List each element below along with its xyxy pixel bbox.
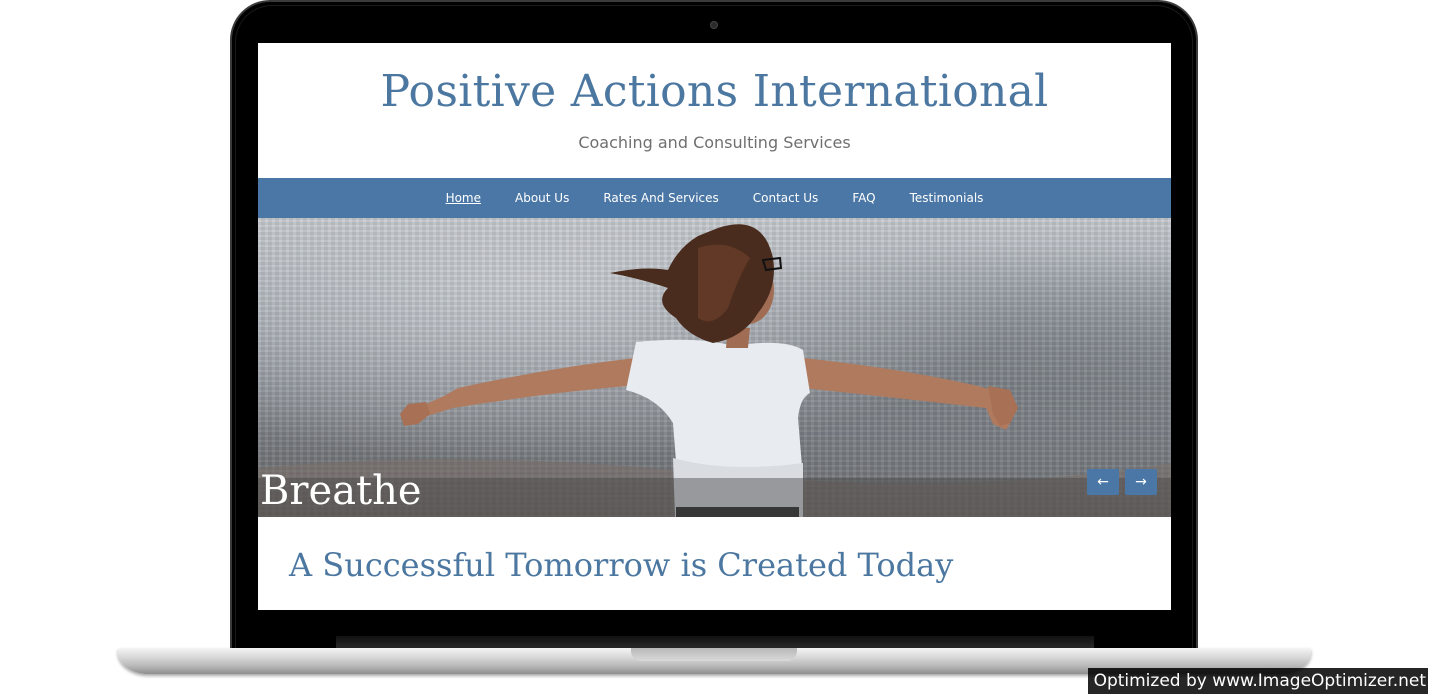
camera-icon <box>711 22 717 28</box>
site-title[interactable]: Positive Actions International <box>258 65 1171 119</box>
laptop-opening-notch <box>631 648 797 661</box>
nav-item-testimonials[interactable]: Testimonials <box>893 178 1001 218</box>
slider-next-button[interactable]: → <box>1125 469 1157 495</box>
site-header: Positive Actions International Coaching … <box>258 43 1171 178</box>
nav-item-faq[interactable]: FAQ <box>835 178 892 218</box>
laptop-hinge <box>336 636 1094 648</box>
watermark: Optimized by www.ImageOptimizer.net <box>1087 668 1428 694</box>
hero-caption: Breathe <box>260 468 422 514</box>
main-headline: A Successful Tomorrow is Created Today <box>289 546 954 584</box>
nav-item-rates-and-services[interactable]: Rates And Services <box>586 178 735 218</box>
hero-slider: Breathe ← → <box>258 218 1171 517</box>
arrow-right-icon: → <box>1135 474 1147 490</box>
site-tagline: Coaching and Consulting Services <box>578 133 851 152</box>
slider-prev-button[interactable]: ← <box>1087 469 1119 495</box>
nav-item-home[interactable]: Home <box>429 178 498 218</box>
laptop-mockup: Positive Actions International Coaching … <box>0 0 1440 700</box>
arrow-left-icon: ← <box>1097 474 1109 490</box>
main-navigation: Home About Us Rates And Services Contact… <box>258 178 1171 218</box>
nav-item-contact-us[interactable]: Contact Us <box>736 178 836 218</box>
nav-item-about-us[interactable]: About Us <box>498 178 586 218</box>
laptop-screen: Positive Actions International Coaching … <box>258 43 1171 610</box>
